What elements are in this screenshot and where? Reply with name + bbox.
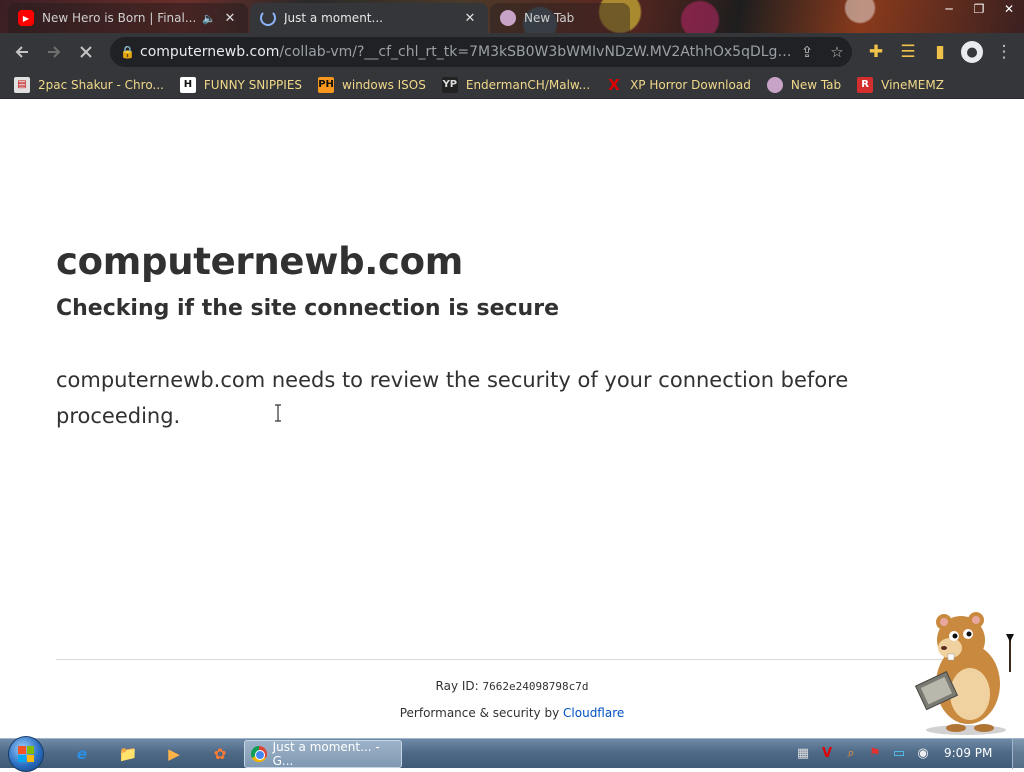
- x-logo-icon: X: [608, 75, 620, 94]
- browser-toolbar: 🔒 computernewb.com/collab-vm/?__cf_chl_r…: [0, 33, 1024, 71]
- stop-icon: [80, 46, 92, 58]
- bookmark-item[interactable]: X XP Horror Download: [606, 75, 751, 94]
- r-logo-icon: R: [857, 76, 874, 93]
- bookmark-label: EndermanCH/Malw...: [465, 77, 591, 92]
- tab-title: New Tab: [524, 11, 575, 25]
- ph-logo-icon: PH: [318, 76, 335, 93]
- tab-just-a-moment[interactable]: Just a moment... ✕: [250, 3, 488, 33]
- side-panel-icon[interactable]: ▮: [924, 36, 956, 68]
- bookmark-label: New Tab: [790, 77, 842, 92]
- browser-tab-strip: ▶ New Hero is Born | Final... 🔈 ✕ Just a…: [0, 0, 1024, 33]
- forward-button[interactable]: [38, 36, 70, 68]
- bookmark-item[interactable]: New Tab: [766, 76, 842, 93]
- close-icon[interactable]: ✕: [462, 11, 478, 26]
- bookmark-star-icon[interactable]: ☆: [822, 43, 852, 61]
- paint-icon[interactable]: ✿: [208, 742, 232, 766]
- toolbar-right: ✚ ☰ ▮ ● ⋮: [860, 36, 1020, 68]
- bookmark-item[interactable]: R VineMEMZ: [857, 76, 944, 93]
- tray-display-icon[interactable]: ▭: [888, 743, 910, 763]
- speaker-icon[interactable]: 🔈: [202, 12, 216, 25]
- chrome-icon: [251, 746, 267, 762]
- arrow-left-icon: [15, 46, 28, 58]
- windows-logo-icon: [18, 746, 34, 762]
- taskbar-chrome-window[interactable]: Just a moment... - G...: [244, 740, 402, 768]
- new-tab-icon: [766, 76, 783, 93]
- bookmark-label: 2pac Shakur - Chro...: [38, 77, 164, 92]
- window-controls: ─ ❐ ✕: [934, 0, 1024, 18]
- extensions-puzzle-icon[interactable]: ✚: [860, 36, 892, 68]
- profile-button[interactable]: ●: [956, 36, 988, 68]
- h-logo-icon: H: [179, 76, 196, 93]
- ray-id-value: 7662e24098798c7d: [482, 680, 589, 693]
- bookmarks-bar: ▤ 2pac Shakur - Chro... H FUNNY SNIPPIES…: [0, 71, 1024, 99]
- document-icon: ▤: [14, 76, 30, 93]
- taskbar-window-title: Just a moment... - G...: [272, 740, 380, 768]
- share-icon[interactable]: ⇪: [792, 43, 822, 61]
- minimize-button[interactable]: ─: [934, 0, 964, 18]
- internet-explorer-icon[interactable]: e: [70, 742, 94, 766]
- performance-label: Performance & security by: [399, 706, 560, 720]
- page-title: computernewb.com: [56, 240, 464, 283]
- lock-icon[interactable]: 🔒: [120, 45, 140, 59]
- bookmark-label: XP Horror Download: [630, 77, 751, 92]
- back-button[interactable]: [6, 36, 38, 68]
- close-window-button[interactable]: ✕: [994, 0, 1024, 18]
- loading-spinner-icon: [260, 10, 276, 26]
- footer-divider: [56, 659, 968, 660]
- youtube-icon: ▶: [18, 10, 34, 26]
- address-bar[interactable]: 🔒 computernewb.com/collab-vm/?__cf_chl_r…: [110, 37, 852, 67]
- taskbar-clock[interactable]: 9:09 PM: [944, 746, 992, 760]
- security-message: computernewb.com needs to review the sec…: [56, 368, 849, 428]
- page-content: computernewb.com Checking if the site co…: [0, 100, 1024, 738]
- tray-flag-icon[interactable]: ⚑: [864, 743, 886, 763]
- media-player-icon[interactable]: ▶: [162, 742, 186, 766]
- media-controls-icon[interactable]: ☰: [892, 36, 924, 68]
- tray-app-icon[interactable]: ▦: [792, 743, 814, 763]
- bookmark-label: windows ISOS: [342, 77, 426, 92]
- cloudflare-link[interactable]: Cloudflare: [563, 706, 624, 720]
- bookmark-item[interactable]: YP EndermanCH/Malw...: [441, 76, 591, 93]
- bookmark-item[interactable]: ▤ 2pac Shakur - Chro...: [14, 76, 164, 93]
- file-explorer-icon[interactable]: 📁: [116, 742, 140, 766]
- url-text[interactable]: computernewb.com/collab-vm/?__cf_chl_rt_…: [140, 44, 792, 60]
- tab-title: New Hero is Born | Final...: [42, 11, 197, 25]
- windows-taskbar: e 📁 ▶ ✿ Just a moment... - G... ▦ V ⌕ ⚑ …: [0, 736, 1024, 772]
- bookmark-item[interactable]: PH windows ISOS: [318, 76, 426, 93]
- restore-button[interactable]: ❐: [964, 0, 994, 18]
- yp-logo-icon: YP: [441, 76, 458, 93]
- system-tray: ▦ V ⌕ ⚑ ▭ ◉: [792, 743, 936, 763]
- stop-loading-button[interactable]: [70, 36, 102, 68]
- arrow-right-icon: [48, 46, 61, 58]
- menu-kebab-icon[interactable]: ⋮: [988, 36, 1020, 68]
- avatar-icon: ●: [961, 41, 983, 63]
- performance-line: Performance & security by Cloudflare: [0, 706, 1024, 720]
- tray-search-icon[interactable]: ⌕: [840, 743, 862, 763]
- start-button[interactable]: [8, 736, 44, 772]
- url-path: /collab-vm/?__cf_chl_rt_tk=7M3kSB0W3bWMI…: [279, 44, 792, 60]
- text-cursor-icon: [275, 404, 281, 422]
- tab-new-tab[interactable]: New Tab: [490, 3, 630, 33]
- tab-title: Just a moment...: [284, 11, 383, 25]
- page-subheading: Checking if the site connection is secur…: [56, 296, 559, 321]
- show-desktop-button[interactable]: [1012, 739, 1024, 769]
- bookmark-item[interactable]: H FUNNY SNIPPIES: [179, 76, 303, 93]
- hamster-mascot-icon[interactable]: [906, 612, 1016, 736]
- tray-v-icon[interactable]: V: [816, 743, 838, 763]
- url-host: computernewb.com: [140, 44, 280, 60]
- ray-id-line: Ray ID: 7662e24098798c7d: [0, 679, 1024, 693]
- ray-id-label: Ray ID:: [435, 679, 479, 693]
- tray-volume-icon[interactable]: ◉: [912, 743, 934, 763]
- close-icon[interactable]: ✕: [222, 11, 238, 26]
- bookmark-label: FUNNY SNIPPIES: [203, 77, 303, 92]
- tab-youtube[interactable]: ▶ New Hero is Born | Final... 🔈 ✕: [8, 3, 248, 33]
- bookmark-label: VineMEMZ: [881, 77, 944, 92]
- new-tab-icon: [500, 10, 516, 26]
